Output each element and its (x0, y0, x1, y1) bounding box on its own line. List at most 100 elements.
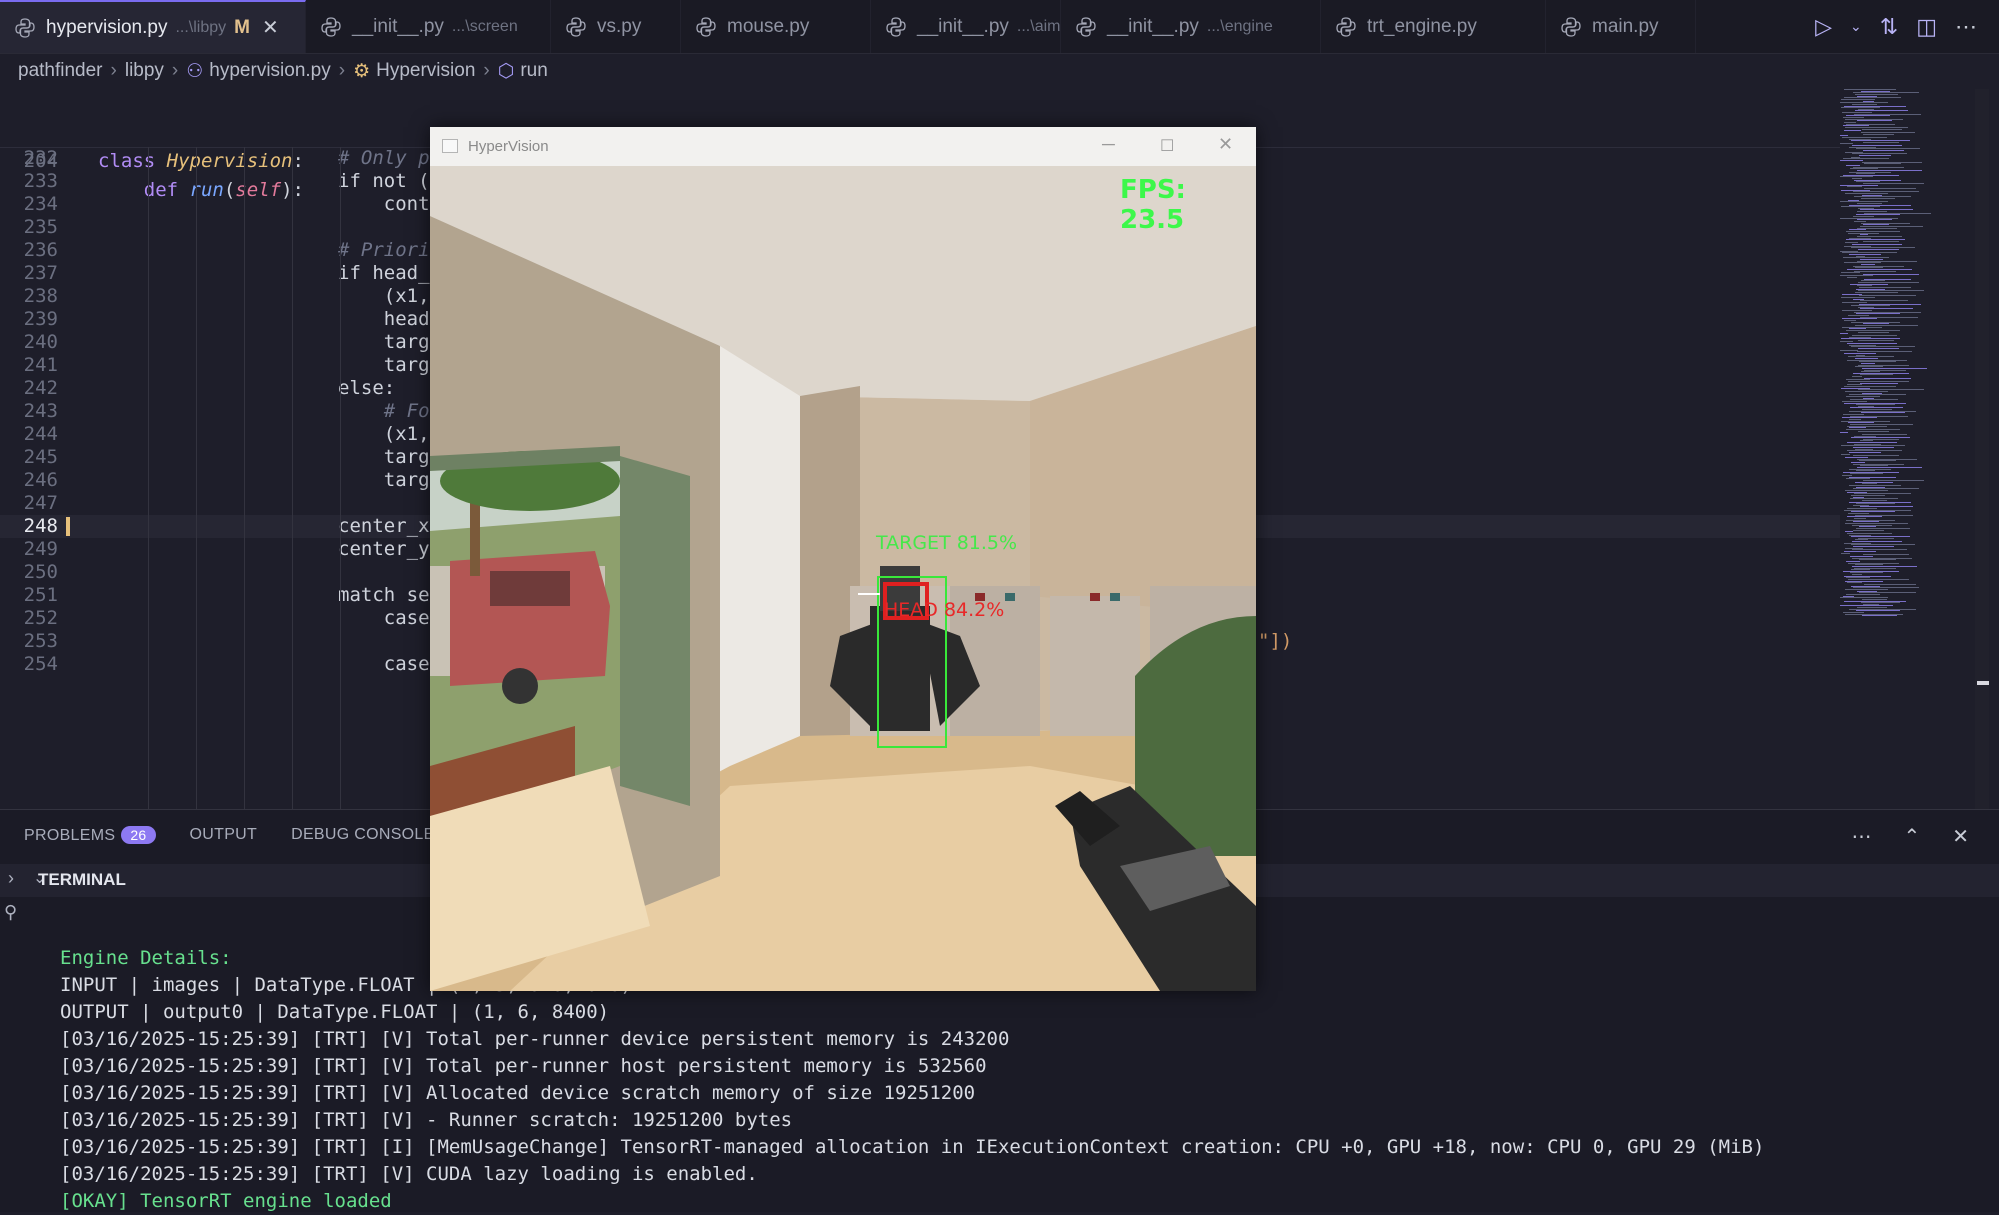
code-text: case (338, 607, 430, 629)
indent-guide (292, 147, 293, 809)
more-icon[interactable]: ⋯ (1851, 824, 1871, 849)
indent-guide (196, 147, 197, 809)
source-control-icon[interactable]: ⇅ (1880, 14, 1898, 40)
minimap-line (1859, 155, 1891, 156)
terminal-line: [03/16/2025-15:25:39] [TRT] [V] Allocate… (60, 1082, 976, 1104)
tab-path: ...\libpy (175, 18, 227, 36)
tab-mouse-py[interactable]: mouse.py (681, 0, 871, 53)
breadcrumb-item[interactable]: libpy (125, 60, 164, 82)
minimap-line (1861, 412, 1905, 414)
line-number: 233 (23, 170, 58, 192)
minimap-line (1841, 552, 1850, 554)
chevron-right-icon[interactable]: › (8, 868, 14, 889)
line-number: 236 (23, 239, 58, 261)
scrollbar[interactable] (1975, 89, 1989, 809)
head-label: HEAD 84.2% (884, 599, 1005, 621)
minimap-line (1853, 529, 1884, 531)
tab-label: __init__.py (352, 15, 444, 37)
minimap[interactable] (1830, 89, 1970, 809)
tab-debug-console[interactable]: DEBUG CONSOLE (291, 826, 435, 845)
code-text: match se (338, 584, 430, 606)
editor-actions: ▷ ⌄ ⇅ ◫ ⋯ (1815, 0, 1999, 53)
split-editor-icon[interactable]: ◫ (1916, 14, 1937, 40)
minimap-line (1840, 333, 1848, 335)
tab-label: main.py (1592, 15, 1659, 37)
tab-label: trt_engine.py (1367, 15, 1477, 37)
window-titlebar[interactable]: HyperVision ─ ☐ ✕ (430, 127, 1256, 166)
class-icon: ⚙ (353, 60, 371, 82)
run-icon[interactable]: ▷ (1815, 14, 1832, 40)
tab-output[interactable]: OUTPUT (190, 826, 258, 845)
close-icon[interactable]: ✕ (262, 15, 279, 40)
code-text: cont (338, 193, 430, 215)
tab-init-py[interactable]: __init__.py ...\screen (306, 0, 551, 53)
close-icon[interactable]: ✕ (1218, 134, 1233, 155)
tab-path: ...\screen (451, 17, 518, 35)
python-icon (695, 16, 717, 38)
tab-label: hypervision.py (46, 16, 168, 38)
minimap-line (1858, 430, 1889, 432)
line-number: 241 (23, 354, 58, 376)
python-icon (885, 16, 907, 38)
line-number: 251 (23, 584, 58, 606)
tab-main-py[interactable]: main.py (1546, 0, 1696, 53)
minimap-line (1859, 559, 1896, 561)
maximize-panel-icon[interactable]: ⌃ (1903, 824, 1920, 849)
minimap-line (1857, 120, 1892, 122)
close-icon[interactable]: ✕ (1952, 824, 1969, 849)
minimap-line (1849, 254, 1881, 255)
sticky-line[interactable]: 16 class Hypervision: (0, 89, 1840, 172)
line-number: 249 (23, 538, 58, 560)
code-text: targ (338, 354, 430, 376)
chevron-right-icon: › (483, 60, 490, 81)
minimap-line (1863, 150, 1904, 152)
tab-path: ...\aim (1016, 17, 1061, 35)
tab-init-py[interactable]: __init__.py ...\aim (871, 0, 1061, 53)
indent-guide (244, 147, 245, 809)
minimap-line (1854, 270, 1896, 272)
python-icon (1075, 16, 1097, 38)
breadcrumb-item[interactable]: Hypervision (376, 60, 475, 82)
tab-problems[interactable]: PROBLEMS 26 (24, 826, 156, 845)
chevron-right-icon: › (110, 60, 117, 81)
tab-hypervision-py[interactable]: hypervision.py ...\libpy M ✕ (0, 0, 306, 53)
tab-init-py[interactable]: __init__.py ...\engine (1061, 0, 1321, 53)
code-text: # Only p (338, 147, 430, 169)
chevron-down-icon[interactable]: ⌄ (1850, 18, 1862, 35)
app-icon (442, 139, 458, 153)
minimap-line (1864, 188, 1916, 189)
line-number: 247 (23, 492, 58, 514)
modified-indicator: M (234, 16, 250, 38)
maximize-icon[interactable]: ☐ (1160, 136, 1174, 156)
python-icon (1335, 16, 1357, 38)
code-text: if not ( (338, 170, 430, 192)
tab-trt-engine-py[interactable]: trt_engine.py (1321, 0, 1546, 53)
python-icon (565, 16, 587, 38)
editor-tab-bar: hypervision.py ...\libpy M ✕ __init__.py ...\… (0, 0, 1999, 54)
indent-guide (148, 147, 149, 809)
breadcrumb-item[interactable]: run (520, 60, 547, 82)
terminal-line: [03/16/2025-15:25:39] [TRT] [V] CUDA laz… (60, 1163, 758, 1185)
terminal-line: [03/16/2025-15:25:39] [TRT] [V] - Runner… (60, 1109, 793, 1131)
line-number: 246 (23, 469, 58, 491)
line-number: 244 (23, 423, 58, 445)
more-icon[interactable]: ⋯ (1955, 14, 1977, 40)
line-number: 254 (23, 653, 58, 675)
chevron-right-icon: › (171, 60, 179, 81)
debug-icon[interactable]: ⚲ (4, 902, 17, 923)
tab-label: __init__.py (1107, 15, 1199, 37)
code-text: if head_ (338, 262, 430, 284)
minimize-icon[interactable]: ─ (1102, 134, 1115, 155)
code-text: (x1, (338, 285, 430, 307)
breadcrumb-item[interactable]: hypervision.py (209, 60, 330, 82)
tab-vs-py[interactable]: vs.py (551, 0, 681, 53)
hypervision-window[interactable]: HyperVision ─ ☐ ✕ FPS: 23.5 TARGET 81.5%… (430, 127, 1256, 991)
breadcrumb-item[interactable]: pathfinder (18, 60, 103, 82)
minimap-line (1862, 615, 1897, 617)
line-number: 232 (23, 147, 58, 169)
minimap-line (1847, 186, 1862, 188)
code-text: targ (338, 446, 430, 468)
line-number: 234 (23, 193, 58, 215)
code-text: targ (338, 469, 430, 491)
line-number: 248 (23, 515, 58, 537)
